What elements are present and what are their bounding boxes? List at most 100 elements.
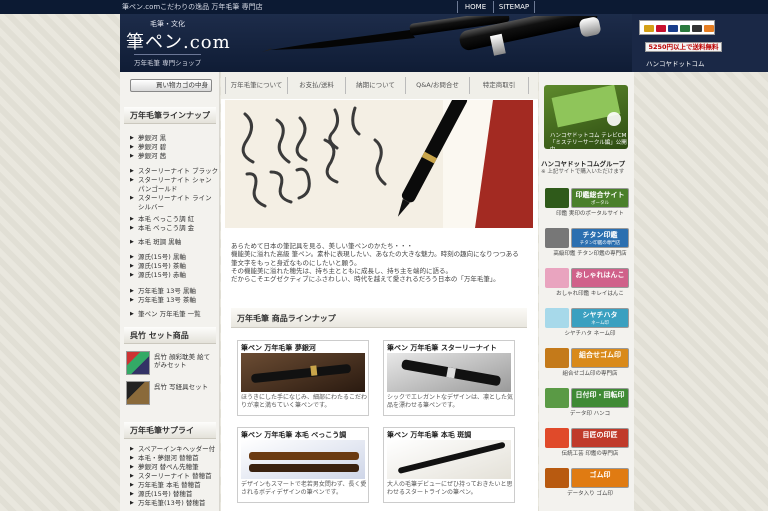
nav-link[interactable]: 万年毛筆 13号 黒軸 <box>130 287 196 296</box>
intro-text: あらためて日本の筆記具を見る、美しい筆ペンのかたち・・・ 機能美に溢れた高級 筆… <box>231 242 531 283</box>
partner-title-text: シヤチハタ <box>582 311 618 319</box>
product-pen-image <box>398 442 506 474</box>
product-card[interactable]: 筆ペン 万年毛筆 夢銀河 ほうきにした手になじみ、細部にわたるこだわりが凛と満ち… <box>237 340 369 416</box>
top-bar: 筆ペン.comこだわりの逸品 万年毛筆 専門店 HOME SITEMAP <box>0 0 768 14</box>
partner-title-text: チタン印鑑 <box>582 231 618 239</box>
product-card[interactable]: 筆ペン 万年毛筆 本毛 斑調 大人の毛筆デビューにぜひ持っておきたいと思わせるス… <box>383 427 515 503</box>
nav-link[interactable]: 万年毛筆 13号 茶軸 <box>130 296 196 305</box>
partner-banner[interactable]: 組合せゴム印 組合せゴム印の専門店 <box>545 346 629 377</box>
partner-banner[interactable]: 日付印・回転印 データ印 ハンコ <box>545 386 629 417</box>
nav-link[interactable]: スターリーナイト ブラック <box>130 167 218 176</box>
product-description: ほうきにした手になじみ、細部にわたるこだわりが凛と満ちていく筆ペンです。 <box>241 394 368 409</box>
partner-banner[interactable]: ゴム印 データ入り ゴム印 <box>545 466 629 497</box>
nav-link[interactable]: 源氏(15号) 替穂首 <box>130 490 215 499</box>
set-heading: 呉竹 セット商品 <box>124 327 216 344</box>
partner-icon <box>545 428 569 448</box>
card-icon <box>704 25 714 32</box>
set-item[interactable]: 呉竹 写経具セット <box>126 379 216 407</box>
lineup-section-heading: 万年毛筆 商品ラインナップ <box>231 308 527 328</box>
nav-link[interactable]: 万年毛筆 本毛 替穂首 <box>130 481 215 490</box>
tab-bar: 万年毛筆について お支払/送料 納期について Q&A/お問合せ 特定商取引 <box>221 72 538 99</box>
partner-banner[interactable]: 印鑑総合サイト ポータル 印鑑 実印のポータルサイト <box>545 186 629 217</box>
partner-caption: 組合せゴム印の専門店 <box>562 371 618 377</box>
group-sublabel: ※ 上記サイトで購入いただけます <box>541 169 625 175</box>
cart-button[interactable]: 買い物カゴの中身 <box>130 79 212 92</box>
nav-link[interactable]: 万年毛筆(13号) 替穂首 <box>130 499 215 508</box>
nav-link[interactable]: スペアーインキヘッダー付 <box>130 445 215 454</box>
product-image <box>241 353 365 392</box>
nav-link[interactable]: 夢銀河 替ぺん先穂筆 <box>130 463 215 472</box>
partner-title-text: 目匠の印匠 <box>582 431 618 439</box>
lineup-nav: 本毛 斑調 黒軸 <box>130 238 181 247</box>
nav-link[interactable]: 源氏(15号) 茶軸 <box>130 262 186 271</box>
lineup-heading: 万年毛筆ラインナップ <box>124 107 216 124</box>
partner-small-text: チタン印鑑の専門店 <box>579 241 621 246</box>
set-item[interactable]: 呉竹 顔彩耽美 絵てがみセット <box>126 349 216 377</box>
partner-banner[interactable]: シヤチハタネーム印 シヤチハタ ネーム印 <box>545 306 629 337</box>
product-pen-image <box>401 359 501 386</box>
nav-link[interactable]: スターリーナイト ラインシルバー <box>130 194 218 212</box>
home-link[interactable]: HOME <box>457 1 493 13</box>
nav-link[interactable]: 本毛 斑調 黒軸 <box>130 238 181 247</box>
partner-caption: シヤチハタ ネーム印 <box>564 331 616 337</box>
nav-link[interactable]: 夢銀河 茜 <box>130 152 166 161</box>
tv-cm-banner[interactable]: ハンコヤドットコム テレビCM 「ミステリーサークル編」公開中 <box>544 85 628 149</box>
nav-link[interactable]: 源氏(15号) 黒軸 <box>130 253 186 262</box>
partner-small-text: ポータル <box>591 201 609 206</box>
partner-icon <box>545 268 569 288</box>
partner-icon <box>545 388 569 408</box>
product-title: 筆ペン 万年毛筆 本毛 斑調 <box>387 431 472 439</box>
card-icon <box>692 25 702 32</box>
banner-line: ハンコヤドットコム テレビCM <box>550 133 627 139</box>
tab-legal[interactable]: 特定商取引 <box>469 77 529 94</box>
partner-icon <box>545 308 569 328</box>
partner-title: 印鑑総合サイト ポータル <box>571 188 629 208</box>
set-thumbnail <box>126 351 150 375</box>
partner-caption: 印鑑 実印のポータルサイト <box>556 211 624 217</box>
supply-heading: 万年毛筆サプライ <box>124 422 216 439</box>
nav-link[interactable]: 本毛 べっこう調 金 <box>130 224 194 233</box>
hanko-logo[interactable]: ハンコヤドットコム <box>646 58 705 68</box>
site-header: 毛筆・文化 筆ペン.com 万年毛筆 専門ショップ <box>120 14 632 72</box>
partner-banner[interactable]: チタン印鑑チタン印鑑の専門店 高級印鑑 チタン印鑑の専門店 <box>545 226 629 257</box>
nav-link[interactable]: スターリーナイト 替穂首 <box>130 472 215 481</box>
product-card[interactable]: 筆ペン 万年毛筆 スターリーナイト シックでエレガントなデザインは、凛とした気品… <box>383 340 515 416</box>
hero-image <box>225 100 533 228</box>
lineup-nav: 筆ペン 万年毛筆 一覧 <box>130 310 201 319</box>
lineup-nav: 源氏(15号) 黒軸 源氏(15号) 茶軸 源氏(15号) 赤軸 <box>130 253 186 280</box>
partner-icon <box>545 188 569 208</box>
product-card[interactable]: 筆ペン 万年毛筆 本毛 べっこう調 デザインもスマートで老若男女問わず、長く愛さ… <box>237 427 369 503</box>
nav-link[interactable]: 本毛 べっこう調 紅 <box>130 215 194 224</box>
nav-link[interactable]: 夢銀河 碧 <box>130 143 166 152</box>
partner-banner[interactable]: おしゃれはんこ おしゃれ印鑑 キレイはんこ <box>545 266 629 297</box>
partner-caption: 高級印鑑 チタン印鑑の専門店 <box>553 251 627 257</box>
nav-link[interactable]: 筆ペン 万年毛筆 一覧 <box>130 310 201 319</box>
tab-faq[interactable]: Q&A/お問合せ <box>405 77 469 94</box>
logo-subtitle: 万年毛筆 専門ショップ <box>134 54 202 67</box>
product-title: 筆ペン 万年毛筆 スターリーナイト <box>387 344 497 352</box>
set-label: 呉竹 顔彩耽美 絵てがみセット <box>154 353 211 369</box>
product-description: シックでエレガントなデザインは、凛とした気品を漂わせる筆ペンです。 <box>387 394 514 409</box>
partner-title: 組合せゴム印 <box>571 348 629 368</box>
product-description: デザインもスマートで老若男女問わず、長く愛されるボディデザインの筆ペンです。 <box>241 481 367 496</box>
tab-payment[interactable]: お支払/送料 <box>287 77 345 94</box>
right-sidebar: ハンコヤドットコム テレビCM 「ミステリーサークル編」公開中 ハンコヤドットコ… <box>539 72 634 511</box>
nav-link[interactable]: 本毛・夢銀河 替穂首 <box>130 454 215 463</box>
nav-link[interactable]: 夢銀河 黒 <box>130 134 166 143</box>
nav-link[interactable]: 源氏(15号) 赤軸 <box>130 271 186 280</box>
tab-about[interactable]: 万年毛筆について <box>225 77 287 94</box>
site-tagline: 筆ペン.comこだわりの逸品 万年毛筆 専門店 <box>122 3 263 11</box>
sitemap-link[interactable]: SITEMAP <box>493 1 535 13</box>
nav-link[interactable]: スターリーナイト シャンパンゴールド <box>130 176 218 194</box>
tab-delivery[interactable]: 納期について <box>345 77 405 94</box>
product-pen-image <box>251 364 351 383</box>
set-thumbnail <box>126 381 150 405</box>
intro-line: その機能美に溢れた穂先は、持ち主とともに成長し、持ち主を端的に語る。 <box>231 266 452 275</box>
partner-banner[interactable]: 目匠の印匠 伝統工芸 印鑑の専門店 <box>545 426 629 457</box>
lineup-nav: スターリーナイト ブラック スターリーナイト シャンパンゴールド スターリーナイ… <box>130 167 218 212</box>
partner-small-text: ネーム印 <box>591 321 609 326</box>
partner-title: 目匠の印匠 <box>571 428 629 448</box>
site-logo[interactable]: 筆ペン.com <box>126 28 231 54</box>
partner-title: おしゃれはんこ <box>571 268 629 288</box>
banner-graphic <box>551 85 621 128</box>
